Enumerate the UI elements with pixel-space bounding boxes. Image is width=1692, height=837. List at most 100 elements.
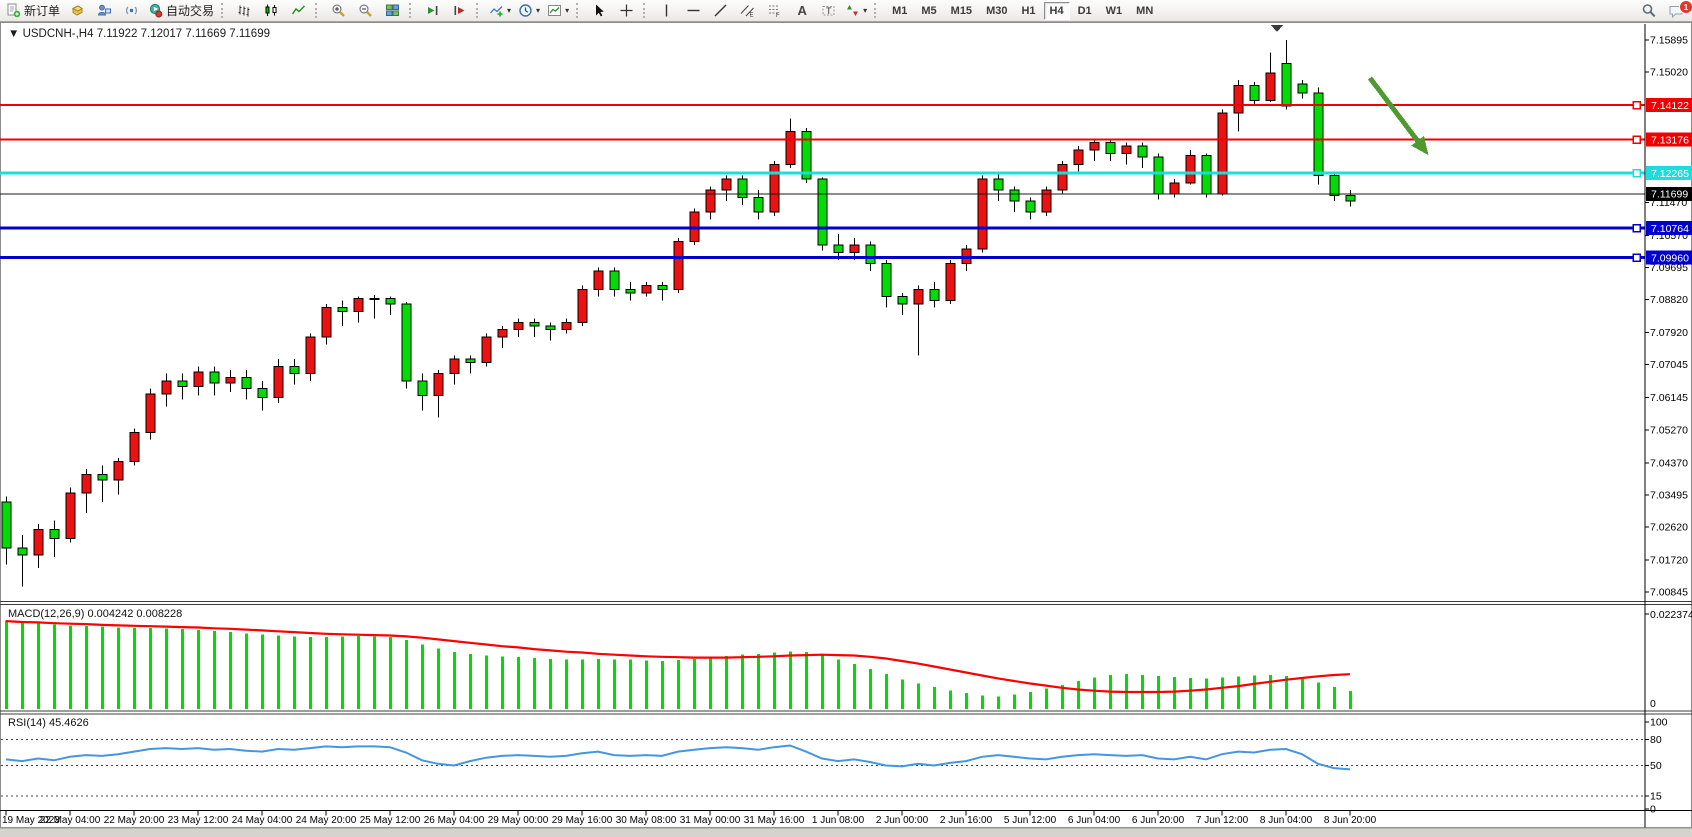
macd-histogram-bar [885,674,888,709]
time-axis-label: 6 Jun 04:00 [1068,815,1121,826]
timeframe-w1[interactable]: W1 [1100,2,1129,20]
rsi-caption: RSI(14) 45.4626 [8,717,89,729]
vertical-line-tool-button[interactable] [653,1,679,20]
price-axis-tick-label: 7.04370 [1650,457,1688,469]
candlestick [98,475,107,481]
timeframe-h1[interactable]: H1 [1015,2,1041,20]
fibonacci-tool-button[interactable]: F [761,1,787,20]
time-axis-label: 2 Jun 00:00 [876,815,929,826]
macd-histogram-bar [133,628,136,709]
new-order-label: 新订单 [24,2,60,19]
candle-chart-button[interactable] [258,1,284,20]
line-handle-marker[interactable] [1633,225,1640,232]
timeframe-m5[interactable]: M5 [915,2,942,20]
macd-histogram-bar [293,636,296,709]
shapes-tool-button[interactable]: ▾ [842,1,870,20]
dropdown-caret-icon: ▾ [536,7,540,15]
cursor-button[interactable] [586,1,612,20]
trendline-icon [713,3,728,18]
chart-window[interactable]: 7.158957.150207.114707.105707.096957.088… [0,22,1692,837]
signals-button[interactable] [118,1,144,20]
candlestick [882,264,891,297]
candlestick [82,475,91,493]
tile-windows-button[interactable] [379,1,405,20]
macd-histogram-bar [277,636,280,709]
trend-arrow-annotation[interactable] [1370,78,1420,144]
search-button[interactable] [1636,1,1662,20]
autotrading-button[interactable]: 自动交易 [145,1,217,20]
line-handle-marker[interactable] [1633,170,1640,177]
templates-button[interactable]: ▾ [544,1,572,20]
time-axis-label: 24 May 20:00 [296,815,357,826]
macd-histogram-bar [805,652,808,709]
macd-histogram-bar [5,621,8,709]
candlestick [402,304,411,381]
terminal-button[interactable] [91,1,117,20]
notifications-button[interactable]: 1 [1663,1,1689,20]
zoom-in-button[interactable] [325,1,351,20]
timeframe-h4[interactable]: H4 [1044,2,1070,20]
line-handle-marker[interactable] [1633,102,1640,109]
channel-tool-button[interactable]: E [734,1,760,20]
price-axis-tick-label: 7.06145 [1650,392,1688,404]
macd-histogram-bar [709,657,712,709]
cursor-icon [592,3,607,18]
price-axis-tick-label: 7.08820 [1650,294,1688,306]
candlestick [466,359,475,363]
macd-histogram-bar [117,627,120,709]
horizontal-line-icon [686,3,701,18]
candlestick [818,179,827,245]
channel-icon: E [740,3,755,18]
macd-histogram-bar [165,628,168,709]
macd-scale-label: 0 [1650,698,1656,710]
timeframe-m15[interactable]: M15 [945,2,978,20]
candlestick [1234,86,1243,114]
candlestick [530,322,539,326]
macd-histogram-bar [309,637,312,709]
market-watch-button[interactable] [64,1,90,20]
trendline-tool-button[interactable] [707,1,733,20]
candlestick [386,298,395,304]
text-tool-icon: A [794,3,809,18]
horizontal-line-tool-button[interactable] [680,1,706,20]
candlestick [1346,196,1355,202]
time-axis-label: 22 May 20:00 [104,815,165,826]
timeframe-m1[interactable]: M1 [886,2,913,20]
periods-button[interactable]: ▾ [515,1,543,20]
macd-histogram-bar [229,632,232,709]
timeframe-d1[interactable]: D1 [1072,2,1098,20]
bar-chart-button[interactable] [231,1,257,20]
time-axis-label: 5 Jun 12:00 [1004,815,1057,826]
macd-histogram-bar [37,624,40,709]
timeframe-m30[interactable]: M30 [980,2,1013,20]
timeframe-mn[interactable]: MN [1130,2,1159,20]
toolbar-grip [221,3,227,18]
price-axis-tick-label: 7.02620 [1650,521,1688,533]
time-axis-label: 30 May 08:00 [616,815,677,826]
indicators-button[interactable]: ▾ [486,1,514,20]
candlestick [546,326,555,330]
label-tool-icon: T [821,3,836,18]
zoom-out-button[interactable] [352,1,378,20]
label-tool-button[interactable]: T [815,1,841,20]
crosshair-button[interactable] [613,1,639,20]
time-axis-label: 31 May 00:00 [680,815,741,826]
auto-scroll-button[interactable] [419,1,445,20]
text-tool-button[interactable]: A [788,1,814,20]
candlestick [1170,183,1179,194]
line-chart-button[interactable] [285,1,311,20]
chart-shift-marker[interactable] [1271,25,1283,32]
new-order-button[interactable]: 新订单 [3,1,63,20]
chart-shift-button[interactable] [446,1,472,20]
macd-histogram-bar [1317,683,1320,709]
line-handle-marker[interactable] [1633,136,1640,143]
price-chart-svg[interactable]: 7.158957.150207.114707.105707.096957.088… [0,22,1692,837]
macd-histogram-bar [485,656,488,709]
candlestick [658,286,667,290]
time-axis-label: 22 May 04:00 [40,815,101,826]
macd-histogram-bar [373,636,376,709]
macd-histogram-bar [901,679,904,709]
line-handle-marker[interactable] [1633,254,1640,261]
time-axis-label: 24 May 04:00 [232,815,293,826]
candlestick [1074,150,1083,165]
